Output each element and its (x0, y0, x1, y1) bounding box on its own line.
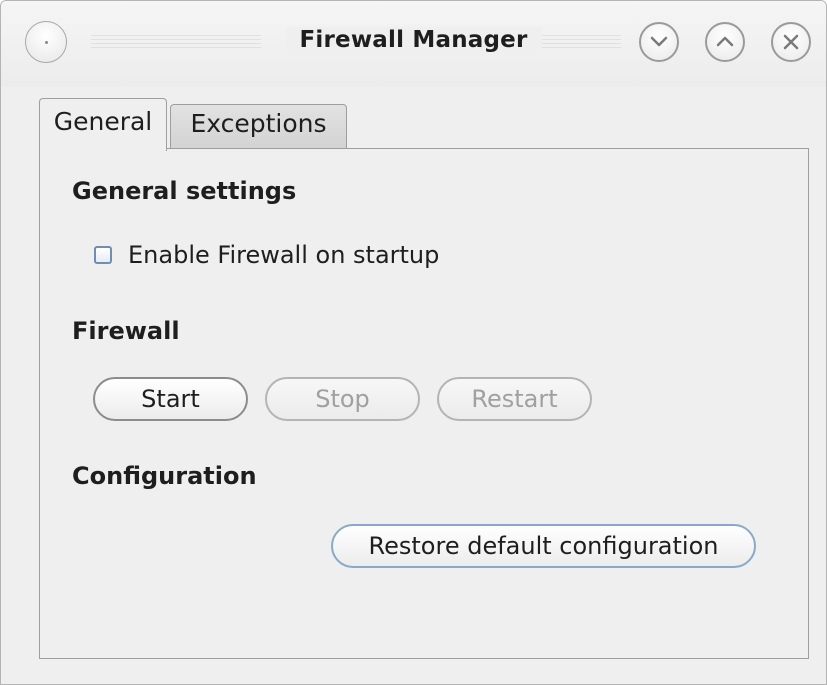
window-title: Firewall Manager (1, 27, 826, 53)
restore-default-configuration-button[interactable]: Restore default configuration (331, 524, 756, 568)
stop-button[interactable]: Stop (265, 377, 420, 421)
general-tab-panel: General settings Enable Firewall on star… (39, 148, 809, 659)
firewall-heading: Firewall (72, 317, 180, 345)
enable-on-startup-checkbox[interactable] (94, 246, 112, 264)
close-icon (783, 34, 799, 50)
close-button[interactable] (771, 22, 811, 62)
enable-on-startup-label[interactable]: Enable Firewall on startup (128, 241, 439, 269)
configuration-heading: Configuration (72, 462, 257, 490)
chevron-up-icon (716, 36, 734, 47)
tab-exceptions[interactable]: Exceptions (170, 104, 347, 148)
window-title-text: Firewall Manager (285, 27, 542, 53)
title-bar[interactable]: Firewall Manager (1, 1, 826, 87)
maximize-button[interactable] (705, 22, 745, 62)
tab-general[interactable]: General (39, 98, 167, 151)
chevron-down-icon (650, 36, 668, 47)
enable-on-startup-row[interactable]: Enable Firewall on startup (94, 241, 439, 269)
firewall-manager-window: Firewall Manager General Exceptions Gene… (0, 0, 827, 685)
restart-button[interactable]: Restart (437, 377, 592, 421)
general-settings-heading: General settings (72, 177, 297, 205)
minimize-button[interactable] (639, 22, 679, 62)
start-button[interactable]: Start (93, 377, 248, 421)
